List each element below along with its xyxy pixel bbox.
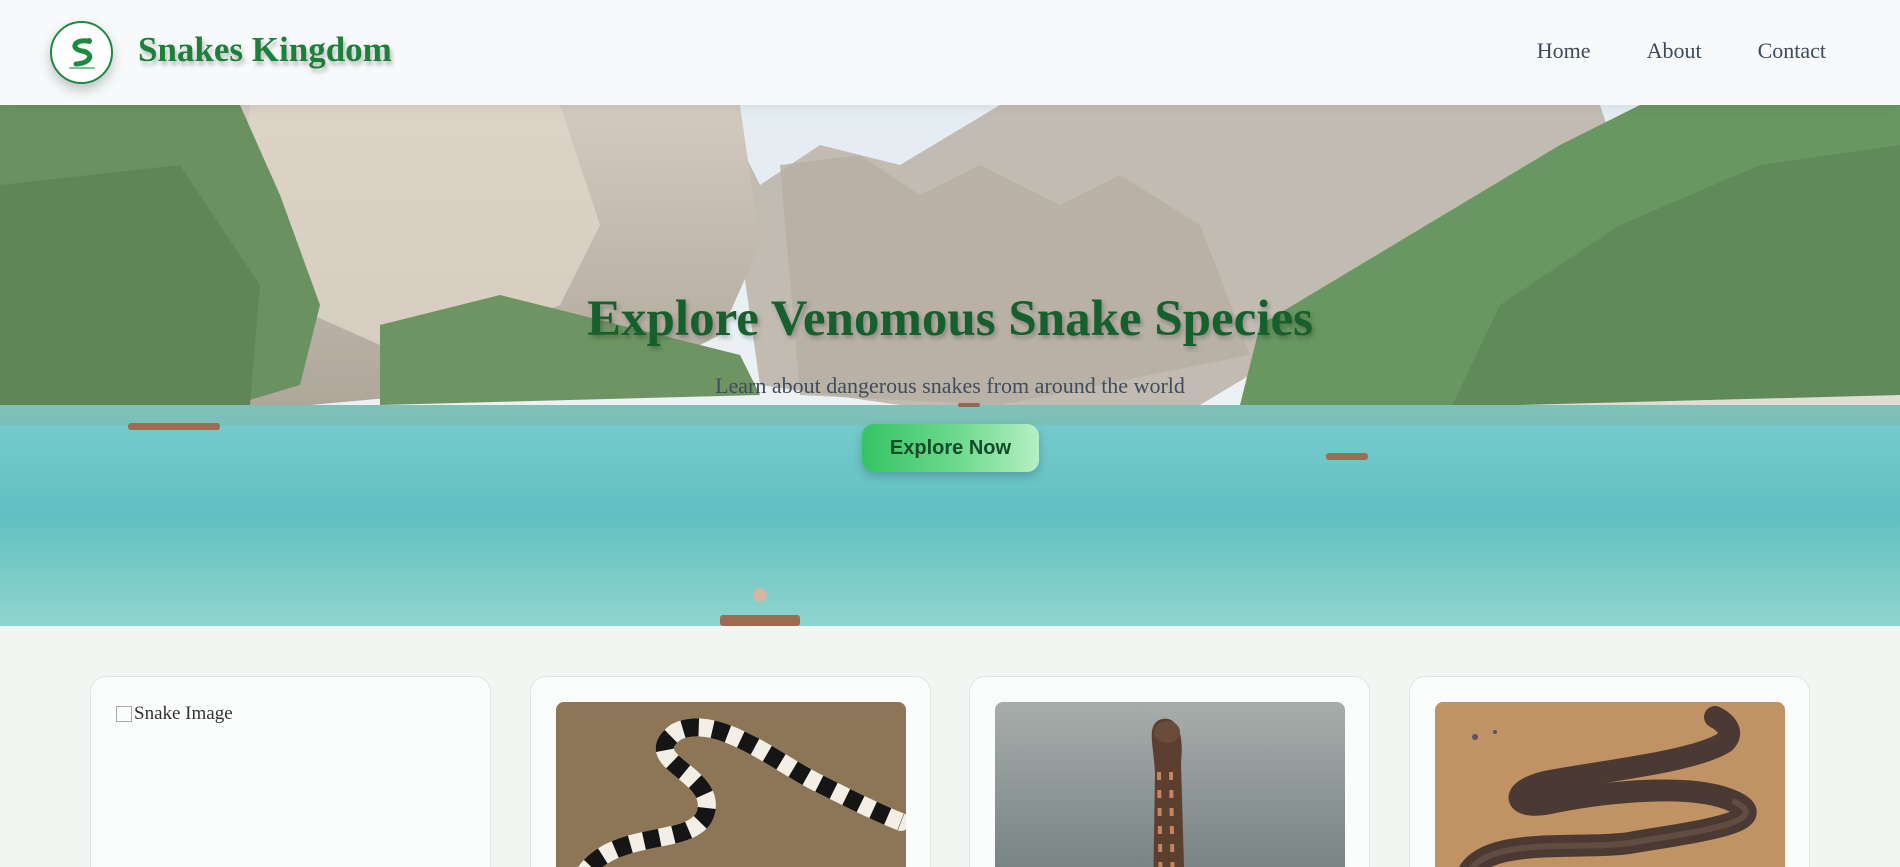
snake-card[interactable] <box>1409 676 1810 867</box>
nav-about[interactable]: About <box>1647 38 1702 64</box>
broken-image: Snake Image <box>116 703 233 725</box>
hero-title: Explore Venomous Snake Species <box>587 291 1313 347</box>
snake-card[interactable]: Snake Image <box>90 676 491 867</box>
snake-logo-icon[interactable] <box>50 21 113 84</box>
navbar: Snakes Kingdom Home About Contact <box>0 0 1900 105</box>
hero-section: Explore Venomous Snake Species Learn abo… <box>0 105 1900 626</box>
image-alt-text: Snake Image <box>134 703 233 724</box>
nav-contact[interactable]: Contact <box>1758 38 1826 64</box>
explore-now-button[interactable]: Explore Now <box>862 424 1039 472</box>
snake-card[interactable] <box>969 676 1370 867</box>
banded-krait-image[interactable] <box>556 702 906 867</box>
snake-card[interactable] <box>530 676 931 867</box>
hero-subtitle: Learn about dangerous snakes from around… <box>715 373 1185 398</box>
brown-snake-image[interactable] <box>1435 702 1785 867</box>
broken-image-icon <box>116 706 132 722</box>
snake-cards: Snake Image <box>90 676 1810 867</box>
brand-title[interactable]: Snakes Kingdom <box>138 30 392 70</box>
nav-links: Home About Contact <box>1537 38 1826 64</box>
nav-home[interactable]: Home <box>1537 38 1591 64</box>
cobra-image[interactable] <box>995 702 1345 867</box>
hero-overlay <box>0 105 1900 626</box>
